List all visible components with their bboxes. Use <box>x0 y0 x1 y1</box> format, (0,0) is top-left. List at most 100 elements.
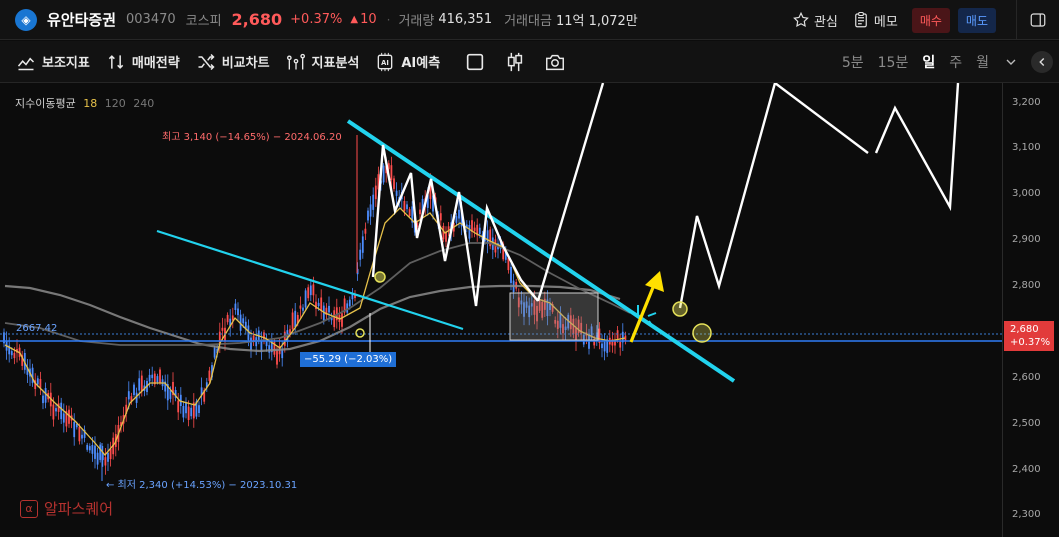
candle-body <box>403 201 406 212</box>
buy-button[interactable]: 매수 <box>911 7 950 33</box>
candle-body <box>138 378 141 391</box>
candle-body <box>109 449 112 460</box>
candle-body <box>234 303 237 310</box>
current-price: 2,680 <box>231 10 283 29</box>
collapse-button[interactable] <box>1031 51 1053 73</box>
company-logo-icon: ◈ <box>15 8 37 31</box>
separator: · <box>386 12 391 27</box>
candle-body <box>390 165 393 180</box>
projection-path-2 <box>678 83 777 309</box>
volume-label: 거래량 <box>398 14 435 29</box>
candle-body <box>86 444 89 450</box>
lower-trendline <box>156 229 464 331</box>
candle-body <box>307 287 310 299</box>
square-draw-icon[interactable] <box>464 51 486 73</box>
current-price-tag: 2,680 +0.37% <box>1004 321 1054 351</box>
candle-body <box>359 249 362 260</box>
y-axis-tick: 2,900 <box>1012 234 1041 246</box>
candle-body <box>382 165 385 183</box>
side-panel-icon[interactable] <box>1029 11 1047 29</box>
period-15min[interactable]: 15분 <box>878 52 909 72</box>
candle-body <box>52 404 55 420</box>
watermark-text: 알파스퀘어 <box>44 500 114 518</box>
period-day[interactable]: 일 <box>922 52 935 72</box>
candle-body <box>601 343 603 349</box>
amount-label: 거래대금 <box>504 14 552 29</box>
y-axis-tick: 2,800 <box>1012 280 1041 292</box>
candle-body <box>250 337 252 350</box>
price-chart[interactable]: 지수이동평균 18 120 240 최고 3,140 (−14.65%) − 2… <box>0 83 1059 537</box>
ma-legend[interactable]: 지수이동평균 18 120 240 <box>15 95 154 111</box>
star-icon <box>793 11 809 28</box>
y-axis-tick: 3,000 <box>1012 188 1041 200</box>
candle-body <box>510 266 512 283</box>
candle-body <box>291 312 294 330</box>
candle-body <box>198 405 200 413</box>
y-axis-tick: 2,500 <box>1012 417 1041 429</box>
candle-body <box>213 347 216 358</box>
y-axis-tick: 2,600 <box>1012 371 1041 383</box>
candle-body <box>148 374 151 382</box>
marker-circle-1 <box>374 271 386 283</box>
candle-body <box>406 204 408 210</box>
up-arrow-icon: ▲ <box>350 14 359 25</box>
candle-body <box>268 345 271 353</box>
candle-body <box>304 290 307 308</box>
candle-body <box>294 310 297 328</box>
candle-body <box>13 352 16 359</box>
ai-predict-button[interactable]: AI AI예측 <box>375 52 440 72</box>
candle-body <box>309 285 312 296</box>
chevron-left-icon <box>1039 58 1045 66</box>
candle-body <box>333 310 336 328</box>
reference-price-label: 2667.42 <box>16 323 58 334</box>
candle-body <box>169 390 172 399</box>
watch-button[interactable]: 관심 <box>792 11 838 30</box>
candle-body <box>468 225 471 239</box>
candle-body <box>367 210 369 221</box>
ma18-label: 18 <box>83 97 98 110</box>
candle-body <box>364 228 367 234</box>
candle-body <box>36 378 39 385</box>
stock-name[interactable]: 유안타증권 <box>47 9 116 30</box>
chevron-down-icon[interactable] <box>1003 54 1019 70</box>
candle-body <box>81 434 83 439</box>
projection-path <box>536 83 605 302</box>
indicator-icon <box>17 57 35 70</box>
camera-icon[interactable] <box>544 51 566 73</box>
candle-body <box>187 406 190 420</box>
sell-button[interactable]: 매도 <box>957 7 996 33</box>
candle-body <box>478 227 481 235</box>
candle-body <box>55 408 57 412</box>
strategy-button[interactable]: 매매전략 <box>106 52 180 72</box>
candle-type-icon[interactable] <box>504 51 526 73</box>
period-week[interactable]: 주 <box>949 52 962 72</box>
memo-button[interactable]: 메모 <box>852 11 898 30</box>
candle-body <box>473 227 476 232</box>
compare-button[interactable]: 비교차트 <box>196 52 270 72</box>
memo-label: 메모 <box>873 14 898 30</box>
candle-body <box>395 190 398 196</box>
analysis-button[interactable]: 지표분석 <box>286 52 359 72</box>
chart-toolbar: 보조지표 매매전략 비교차트 지표분석 AI AI예측 5분 15분 일 주 월 <box>0 41 1059 83</box>
candle-body <box>361 236 364 253</box>
current-price-tag-value: 2,680 <box>1010 324 1039 335</box>
period-5min[interactable]: 5분 <box>842 52 864 72</box>
candle-body <box>237 308 239 316</box>
candle-body <box>190 407 193 417</box>
candle-body <box>177 400 180 413</box>
candle-body <box>10 351 13 356</box>
candle-body <box>151 374 154 379</box>
projection-path-4 <box>874 83 960 212</box>
projection-path-3 <box>774 83 869 154</box>
candle-body <box>317 302 320 307</box>
candle-body <box>182 406 185 418</box>
candle-body <box>439 213 442 221</box>
candle-body <box>408 209 411 216</box>
period-month[interactable]: 월 <box>976 52 989 72</box>
indicator-button[interactable]: 보조지표 <box>16 52 90 72</box>
candle-body <box>374 185 377 200</box>
candle-body <box>346 303 349 313</box>
candle-body <box>104 457 107 466</box>
svg-text:AI: AI <box>382 58 390 66</box>
memo-icon <box>855 11 867 28</box>
